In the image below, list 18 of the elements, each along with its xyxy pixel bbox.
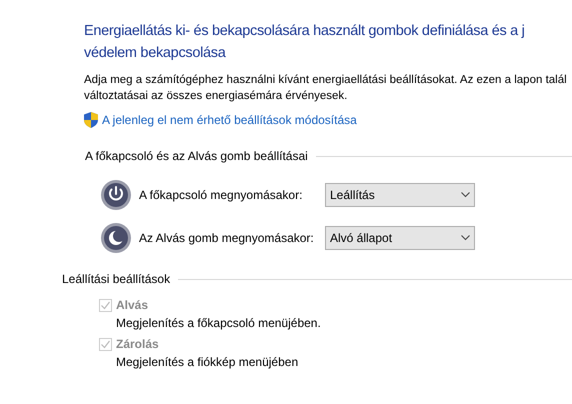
option-description: Megjelenítés a főkapcsoló menüjében. — [115, 315, 322, 332]
section-heading: Leállítási beállítások — [62, 271, 170, 288]
chevron-down-icon — [461, 235, 470, 241]
chevron-down-icon — [461, 192, 470, 198]
shield-icon — [84, 112, 98, 128]
checkbox-label: Zárolás — [116, 336, 159, 353]
checkbox-label: Alvás — [116, 297, 148, 314]
admin-link[interactable]: A jelenleg el nem érhető beállítások módosítása — [102, 111, 357, 129]
row-label: Az Alvás gomb megnyomásakor: — [139, 230, 315, 247]
dropdown[interactable]: Alvó állapot — [325, 226, 475, 250]
row-label: A főkapcsoló megnyomásakor: — [139, 187, 304, 204]
power-icon — [100, 179, 132, 211]
section-heading: A főkapcsoló és az Alvás gomb beállításai — [85, 148, 308, 165]
page-title: Energiaellátás ki- és bekapcsolására használt gombok definiálása és a j védelem bekapcsolása — [83, 22, 526, 63]
option-description: Megjelenítés a fiókkép menüjében — [115, 354, 300, 371]
moon-icon — [100, 222, 132, 254]
dropdown[interactable]: Leállítás — [325, 183, 475, 207]
description-text: Adja meg a számítógéphez használni kívánt energiaellátási beállításokat. Az ezen a lapon talál változtatásai az összes energiasémára érvényesek. — [83, 73, 568, 104]
